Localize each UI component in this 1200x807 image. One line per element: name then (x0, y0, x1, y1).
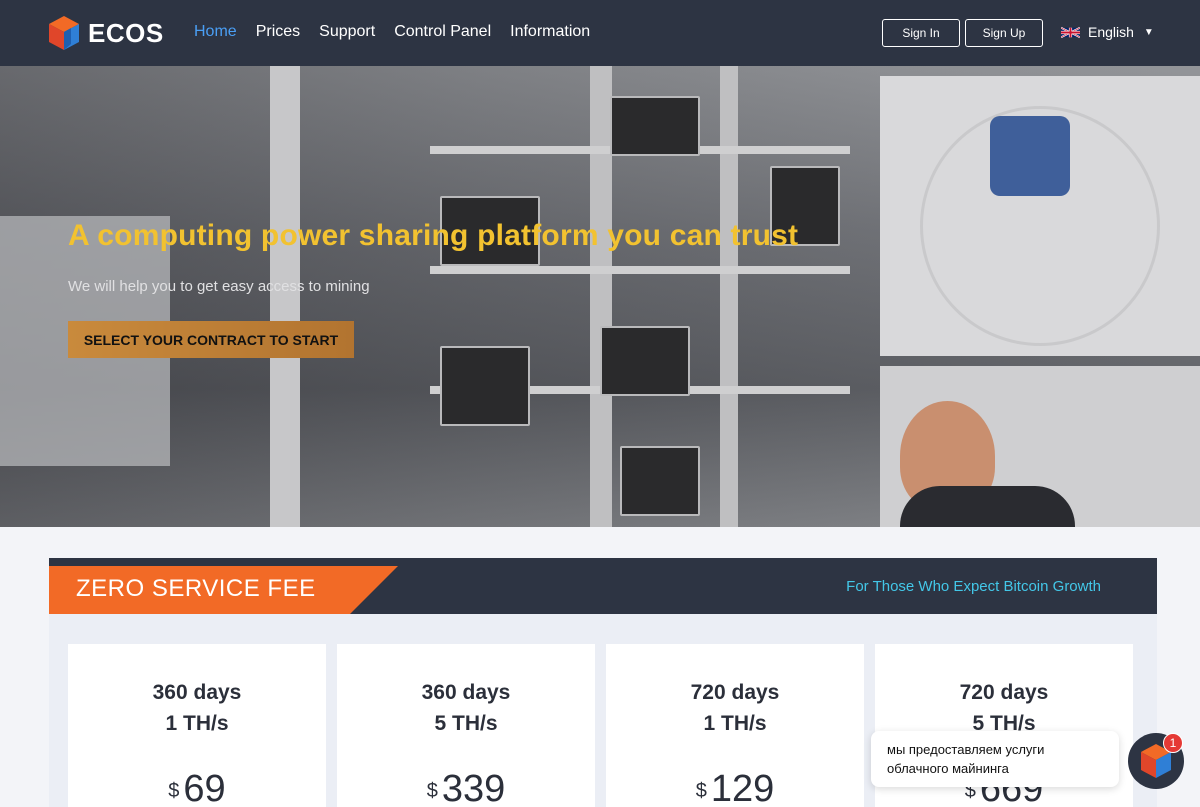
miner-unit (440, 346, 530, 426)
fan-motor (990, 116, 1070, 196)
cube-logo-icon (49, 16, 79, 50)
select-contract-button[interactable]: SELECT YOUR CONTRACT TO START (68, 321, 354, 358)
unread-count-badge: 1 (1163, 733, 1183, 753)
plan-price: $339 (337, 768, 595, 807)
top-navbar: ECOS Home Prices Support Control Panel I… (0, 0, 1200, 66)
uk-flag-icon (1061, 26, 1080, 38)
currency-symbol: $ (426, 780, 438, 802)
chat-message-bubble[interactable]: мы предоставляем услуги облачного майнин… (871, 731, 1119, 787)
logo-text: ECOS (88, 17, 164, 48)
plan-hashrate: 1 TH/s (165, 712, 229, 735)
price-value: 129 (710, 768, 775, 807)
plans-tagline: For Those Who Expect Bitcoin Growth (846, 578, 1101, 595)
nav-information[interactable]: Information (510, 23, 590, 41)
main-nav: Home Prices Support Control Panel Inform… (194, 23, 609, 41)
plan-price: $129 (606, 768, 864, 807)
currency-symbol: $ (695, 780, 707, 802)
ecos-logo[interactable]: ECOS (49, 16, 164, 50)
plan-duration: 720 days (690, 681, 780, 704)
nav-prices[interactable]: Prices (256, 23, 300, 41)
rack-post (720, 66, 738, 527)
technician-body (900, 486, 1075, 527)
miner-unit (620, 446, 700, 516)
hero-banner: A computing power sharing platform you c… (0, 66, 1200, 527)
plan-price: $69 (68, 768, 326, 807)
plan-card[interactable]: 360 days 5 TH/s $339 (337, 644, 595, 807)
plan-duration: 360 days (421, 681, 511, 704)
currency-symbol: $ (168, 780, 180, 802)
sign-up-button[interactable]: Sign Up (965, 19, 1043, 47)
nav-control-panel[interactable]: Control Panel (394, 23, 491, 41)
zero-fee-label: ZERO SERVICE FEE (76, 575, 316, 602)
price-value: 69 (183, 768, 226, 807)
language-selector[interactable]: English ▼ (1061, 24, 1154, 40)
sign-in-button[interactable]: Sign In (882, 19, 960, 47)
rack-shelf (430, 266, 850, 274)
miner-unit (600, 326, 690, 396)
language-label: English (1088, 24, 1134, 40)
plan-duration: 360 days (152, 681, 242, 704)
plan-card[interactable]: 720 days 1 TH/s $129 (606, 644, 864, 807)
nav-home[interactable]: Home (194, 23, 237, 41)
price-value: 339 (441, 768, 506, 807)
miner-unit (610, 96, 700, 156)
hero-title: A computing power sharing platform you c… (68, 219, 799, 252)
plan-duration: 720 days (959, 681, 1049, 704)
caret-down-icon: ▼ (1143, 26, 1154, 38)
hero-subtitle: We will help you to get easy access to m… (68, 278, 370, 295)
plan-hashrate: 1 TH/s (703, 712, 767, 735)
rack-post (270, 66, 300, 527)
plan-hashrate: 5 TH/s (434, 712, 498, 735)
rack-post (590, 66, 612, 527)
plans-header-bar: ZERO SERVICE FEE For Those Who Expect Bi… (49, 558, 1157, 614)
zero-fee-badge: ZERO SERVICE FEE (49, 566, 398, 614)
plan-card[interactable]: 360 days 1 TH/s $69 (68, 644, 326, 807)
nav-support[interactable]: Support (319, 23, 375, 41)
